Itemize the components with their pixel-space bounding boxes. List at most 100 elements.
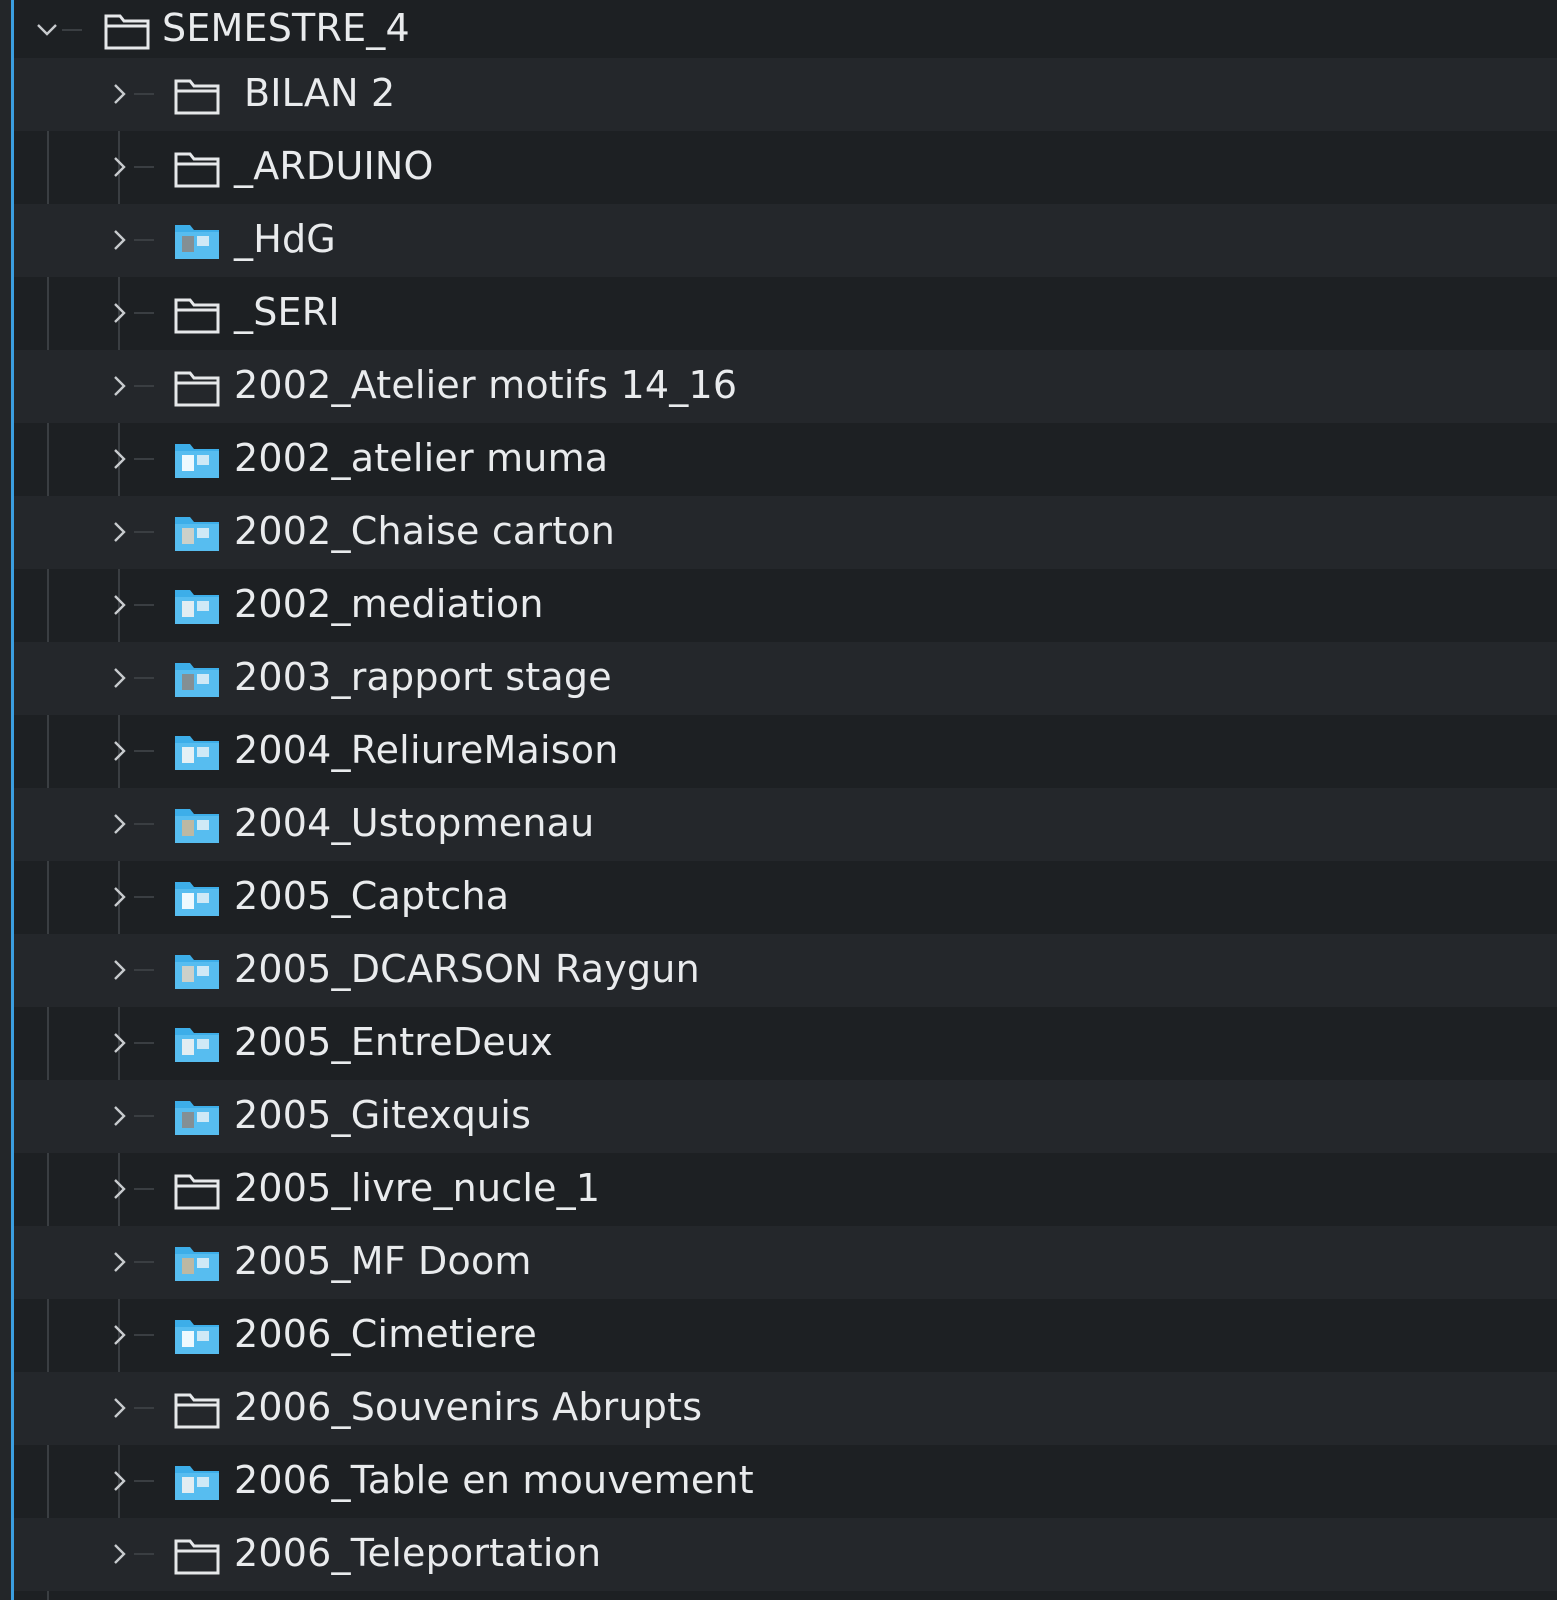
tree-connector — [134, 1480, 154, 1482]
folder-blue-thumbnail-icon — [172, 1241, 222, 1285]
tree-item-label: _HdG — [234, 217, 336, 261]
chevron-right-icon[interactable] — [106, 446, 132, 472]
chevron-right-icon[interactable] — [106, 592, 132, 618]
tree-item-label: _SERI — [234, 290, 340, 334]
tree-item[interactable]: 2005_Captcha — [14, 861, 1557, 934]
tree-connector — [134, 1042, 154, 1044]
tree-connector — [134, 1115, 154, 1117]
chevron-right-icon[interactable] — [106, 1103, 132, 1129]
tree-item-label: 2005_livre_nucle_1 — [234, 1166, 601, 1210]
tree-connector — [134, 969, 154, 971]
chevron-right-icon[interactable] — [106, 1541, 132, 1567]
tree-item-label: 2002_mediation — [234, 582, 544, 626]
tree-item[interactable]: 2006_Table en mouvement — [14, 1445, 1557, 1518]
folder-blue-thumbnail-icon — [172, 1095, 222, 1139]
tree-item[interactable]: 2002_Atelier motifs 14_16 — [14, 350, 1557, 423]
chevron-right-icon[interactable] — [106, 373, 132, 399]
tree-item-label: 2002_Atelier motifs 14_16 — [234, 363, 738, 407]
tree-connector — [134, 604, 154, 606]
folder-blue-thumbnail-icon — [172, 730, 222, 774]
folder-outline-icon — [172, 292, 222, 336]
chevron-right-icon[interactable] — [106, 519, 132, 545]
folder-blue-thumbnail-icon — [172, 803, 222, 847]
tree-item[interactable]: 2006_Teleportation — [14, 1518, 1557, 1591]
chevron-right-icon[interactable] — [106, 1322, 132, 1348]
tree-item[interactable]: 2006_Souvenirs Abrupts — [14, 1372, 1557, 1445]
tree-item[interactable]: 2005_EntreDeux — [14, 1007, 1557, 1080]
chevron-right-icon[interactable] — [106, 1030, 132, 1056]
tree-item-label: _ARDUINO — [234, 144, 434, 188]
chevron-right-icon[interactable] — [106, 884, 132, 910]
folder-outline-icon — [172, 365, 222, 409]
chevron-right-icon[interactable] — [106, 957, 132, 983]
tree-item-label: 2005_EntreDeux — [234, 1020, 553, 1064]
tree-item-label: 2006_Table en mouvement — [234, 1458, 754, 1502]
tree-connector — [134, 1553, 154, 1555]
tree-connector — [134, 677, 154, 679]
chevron-right-icon[interactable] — [106, 1468, 132, 1494]
tree-connector — [134, 1261, 154, 1263]
tree-item[interactable]: 2003_rapport stage — [14, 642, 1557, 715]
chevron-right-icon[interactable] — [106, 665, 132, 691]
chevron-down-icon[interactable] — [34, 16, 60, 42]
chevron-right-icon[interactable] — [106, 81, 132, 107]
tree-item[interactable]: 2005_Gitexquis — [14, 1080, 1557, 1153]
folder-outline-icon — [172, 1387, 222, 1431]
folder-blue-thumbnail-icon — [172, 438, 222, 482]
tree-item-label: 2005_DCARSON Raygun — [234, 947, 700, 991]
folder-tree: SEMESTRE_4 BILAN 2 _ARDUINO _HdG _SERI 2002_… — [14, 0, 1557, 1600]
tree-item[interactable]: BILAN 2 — [14, 58, 1557, 131]
chevron-right-icon[interactable] — [106, 1176, 132, 1202]
chevron-right-icon[interactable] — [106, 227, 132, 253]
tree-item[interactable]: 2005_livre_nucle_1 — [14, 1153, 1557, 1226]
tree-item[interactable]: 2002_mediation — [14, 569, 1557, 642]
chevron-right-icon[interactable] — [106, 811, 132, 837]
tree-item-label: 2005_MF Doom — [234, 1239, 532, 1283]
tree-item[interactable]: 2006_Cimetiere — [14, 1299, 1557, 1372]
tree-connector — [62, 29, 82, 31]
tree-item[interactable]: _SERI — [14, 277, 1557, 350]
folder-outline-icon — [102, 8, 152, 52]
tree-root-label: SEMESTRE_4 — [162, 6, 410, 50]
tree-connector — [134, 239, 154, 241]
chevron-right-icon[interactable] — [106, 1395, 132, 1421]
tree-item[interactable]: 2005_DCARSON Raygun — [14, 934, 1557, 1007]
chevron-right-icon[interactable] — [106, 1249, 132, 1275]
tree-connector — [134, 896, 154, 898]
tree-item-label: 2005_Gitexquis — [234, 1093, 532, 1137]
tree-item-label: 2004_ReliureMaison — [234, 728, 619, 772]
folder-outline-icon — [172, 1533, 222, 1577]
chevron-right-icon[interactable] — [106, 154, 132, 180]
tree-item[interactable]: _HdG — [14, 204, 1557, 277]
tree-connector — [134, 1334, 154, 1336]
tree-item[interactable]: 2004_Ustopmenau — [14, 788, 1557, 861]
tree-item[interactable]: 2004_ReliureMaison — [14, 715, 1557, 788]
tree-connector — [134, 93, 154, 95]
tree-item[interactable]: _ARDUINO — [14, 131, 1557, 204]
tree-item[interactable]: 2005_MF Doom — [14, 1226, 1557, 1299]
tree-children: BILAN 2 _ARDUINO _HdG _SERI 2002_Atelier mot… — [14, 58, 1557, 1591]
folder-blue-thumbnail-icon — [172, 876, 222, 920]
tree-connector — [134, 312, 154, 314]
tree-item-label: 2006_Cimetiere — [234, 1312, 537, 1356]
folder-blue-thumbnail-icon — [172, 1022, 222, 1066]
folder-blue-thumbnail-icon — [172, 657, 222, 701]
tree-connector — [134, 750, 154, 752]
folder-outline-icon — [172, 146, 222, 190]
tree-item-label: 2006_Souvenirs Abrupts — [234, 1385, 703, 1429]
tree-item[interactable]: 2002_atelier muma — [14, 423, 1557, 496]
tree-item-label: 2002_atelier muma — [234, 436, 609, 480]
tree-root-row[interactable]: SEMESTRE_4 — [14, 0, 1557, 58]
tree-connector — [134, 1188, 154, 1190]
tree-connector — [134, 531, 154, 533]
chevron-right-icon[interactable] — [106, 300, 132, 326]
tree-item-label: 2005_Captcha — [234, 874, 510, 918]
tree-item[interactable]: 2002_Chaise carton — [14, 496, 1557, 569]
folder-blue-thumbnail-icon — [172, 219, 222, 263]
tree-item-label: BILAN 2 — [244, 71, 396, 115]
folder-blue-thumbnail-icon — [172, 584, 222, 628]
folder-blue-thumbnail-icon — [172, 1460, 222, 1504]
chevron-right-icon[interactable] — [106, 738, 132, 764]
tree-item-label: 2004_Ustopmenau — [234, 801, 595, 845]
tree-connector — [134, 823, 154, 825]
